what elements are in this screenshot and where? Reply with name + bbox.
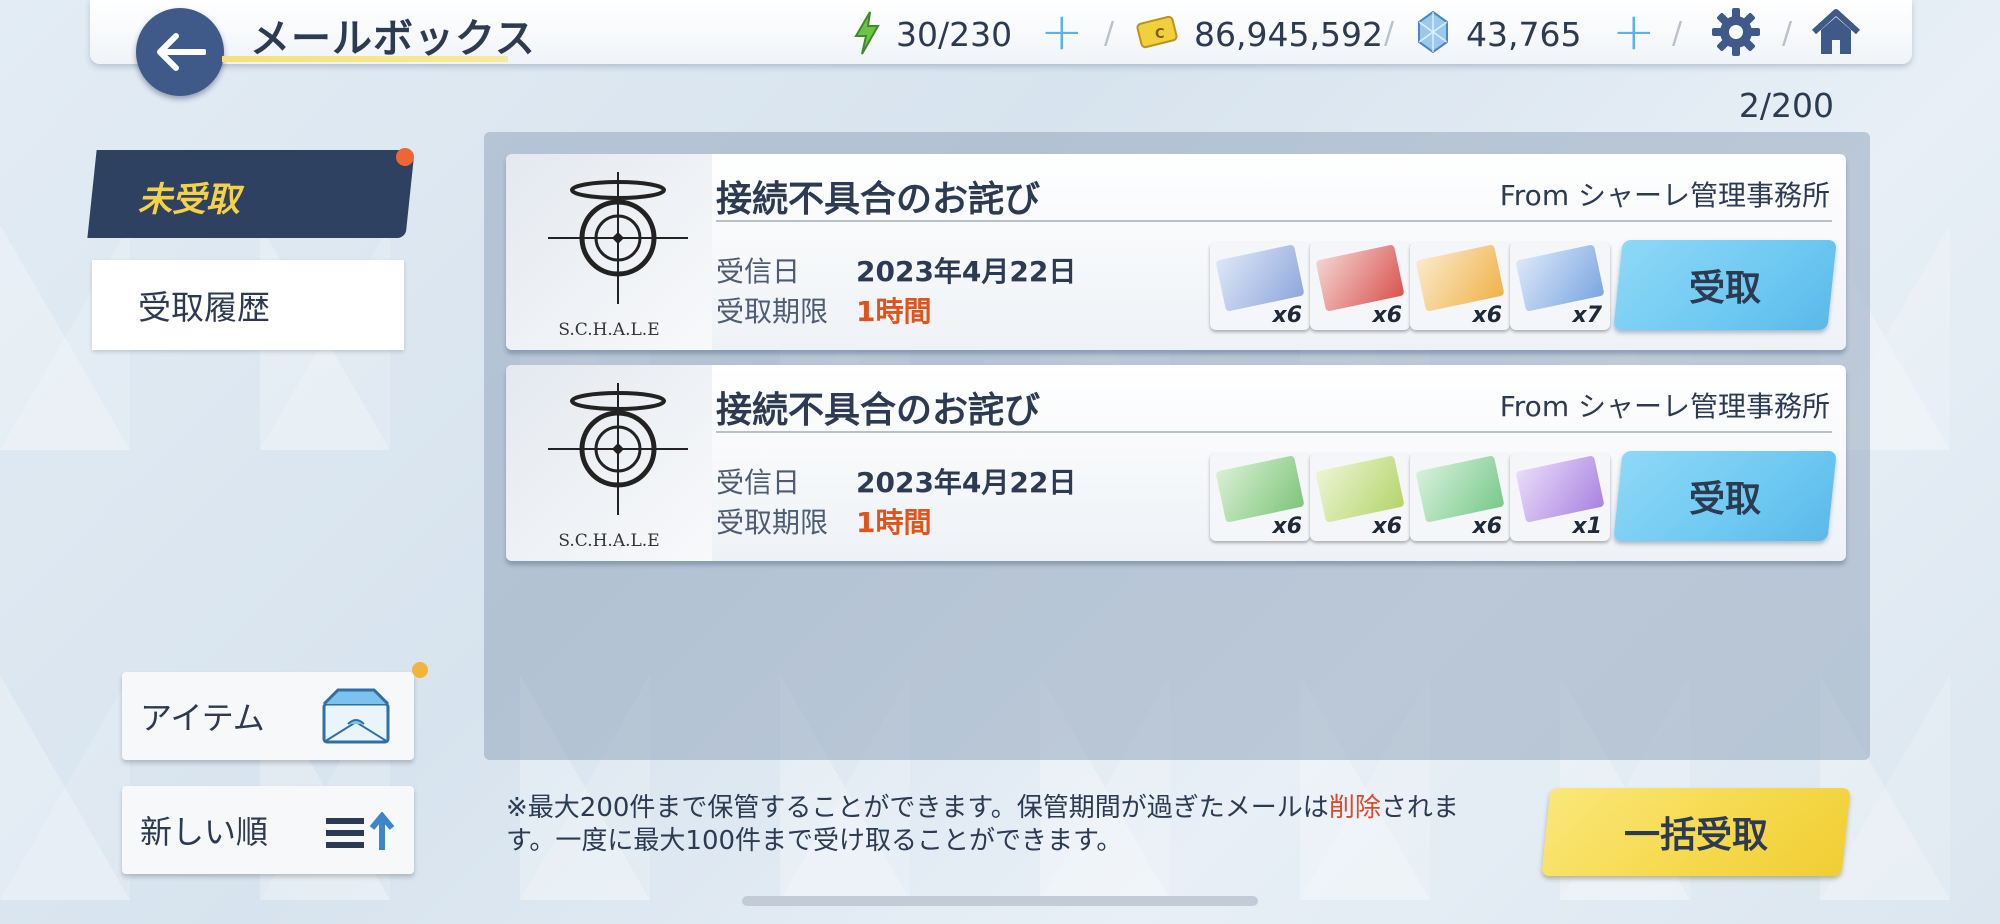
add-ap-button[interactable]: + (1040, 6, 1084, 58)
item-button-label: アイテム (140, 699, 265, 737)
divider: / (1104, 16, 1115, 51)
tab-history-label: 受取履歴 (138, 288, 270, 327)
logo-text: S.C.H.A.L.E (558, 531, 660, 551)
item-quantity: x6 (1372, 303, 1403, 328)
mail-box-icon (322, 688, 390, 744)
pyroxene-counter: 43,765 (1466, 14, 1582, 54)
item-mailbox-button[interactable]: アイテム (122, 672, 414, 760)
notice-text: ※最大200件まで保管することができます。保管期間が過ぎたメールは (506, 793, 1329, 823)
logo-text: S.C.H.A.L.E (558, 320, 660, 340)
ticket-icon (1315, 455, 1405, 523)
tab-unreceived[interactable] (87, 150, 415, 238)
mail-title: 接続不具合のお詫び (716, 390, 1041, 431)
mail-count: 2/200 (1738, 86, 1834, 125)
item-quantity: x6 (1272, 514, 1303, 539)
received-date-label: 受信日 (716, 466, 801, 499)
mail-sender: From シャーレ管理事務所 (1499, 390, 1830, 423)
title-underline (222, 56, 508, 62)
ticket-icon (1215, 244, 1305, 312)
gear-icon[interactable] (1710, 6, 1762, 58)
ticket-icon (1415, 455, 1505, 523)
deadline-value: 1時間 (856, 506, 932, 539)
credit-counter: 86,945,592 (1194, 14, 1383, 54)
reward-item[interactable]: x6 (1410, 453, 1510, 541)
home-indicator[interactable] (742, 896, 1258, 906)
divider (716, 220, 1832, 222)
ticket-icon (1315, 244, 1405, 312)
sort-button[interactable]: 新しい順 (122, 786, 414, 874)
storage-notice: ※最大200件まで保管することができます。保管期間が過ぎたメールは削除されます。… (506, 792, 1496, 858)
reward-item[interactable]: x6 (1210, 453, 1310, 541)
schale-logo: S.C.H.A.L.E (506, 365, 712, 561)
sort-label: 新しい順 (140, 813, 269, 851)
reward-item[interactable]: x6 (1310, 453, 1410, 541)
sort-ascending-icon (326, 812, 395, 850)
tab-history[interactable]: 受取履歴 (92, 260, 404, 350)
notification-dot (396, 148, 414, 166)
deadline-value: 1時間 (856, 295, 932, 328)
bulk-receive-label[interactable]: 一括受取 (1546, 788, 1846, 876)
item-quantity: x7 (1572, 303, 1603, 328)
reward-item[interactable]: x1 (1510, 453, 1610, 541)
divider (716, 431, 1832, 433)
deadline-label: 受取期限 (716, 295, 829, 328)
deadline-label: 受取期限 (716, 506, 829, 539)
received-date: 2023年4月22日 (856, 466, 1077, 499)
ticket-icon (1515, 455, 1605, 523)
mail-sender: From シャーレ管理事務所 (1499, 179, 1830, 212)
svg-text:C: C (1155, 27, 1165, 42)
add-pyroxene-button[interactable]: + (1612, 6, 1656, 58)
pyroxene-icon (1418, 10, 1448, 54)
item-quantity: x6 (1272, 303, 1303, 328)
item-quantity: x6 (1372, 514, 1403, 539)
divider: / (1782, 16, 1793, 51)
reward-item[interactable]: x6 (1410, 242, 1510, 330)
mail-title: 接続不具合のお詫び (716, 179, 1041, 220)
mail-item[interactable]: S.C.H.A.L.E 接続不具合のお詫び From シャーレ管理事務所 受信日… (506, 154, 1846, 350)
ticket-icon (1515, 244, 1605, 312)
home-icon[interactable] (1810, 6, 1862, 58)
schale-logo: S.C.H.A.L.E (506, 154, 712, 350)
lightning-icon (854, 11, 880, 55)
item-notification-dot (412, 662, 428, 678)
schale-emblem-icon (548, 383, 688, 515)
divider: / (1672, 16, 1683, 51)
back-button[interactable] (136, 8, 224, 96)
receive-button-label[interactable]: 受取 (1618, 451, 1832, 541)
notice-highlight: 削除 (1328, 793, 1381, 823)
divider: / (1384, 16, 1395, 51)
credit-icon: C (1136, 15, 1178, 49)
schale-emblem-icon (548, 172, 688, 304)
item-quantity: x6 (1472, 303, 1503, 328)
reward-item[interactable]: x6 (1310, 242, 1410, 330)
mail-item[interactable]: S.C.H.A.L.E 接続不具合のお詫び From シャーレ管理事務所 受信日… (506, 365, 1846, 561)
reward-item[interactable]: x7 (1510, 242, 1610, 330)
tab-unreceived-label: 未受取 (138, 180, 240, 220)
reward-item[interactable]: x6 (1210, 242, 1310, 330)
ticket-icon (1415, 244, 1505, 312)
item-quantity: x6 (1472, 514, 1503, 539)
item-quantity: x1 (1572, 514, 1603, 539)
arrow-left-icon (157, 33, 206, 71)
ticket-icon (1215, 455, 1305, 523)
received-date: 2023年4月22日 (856, 255, 1077, 288)
received-date-label: 受信日 (716, 255, 801, 288)
receive-button-label[interactable]: 受取 (1618, 240, 1832, 330)
ap-counter: 30/230 (896, 14, 1013, 54)
